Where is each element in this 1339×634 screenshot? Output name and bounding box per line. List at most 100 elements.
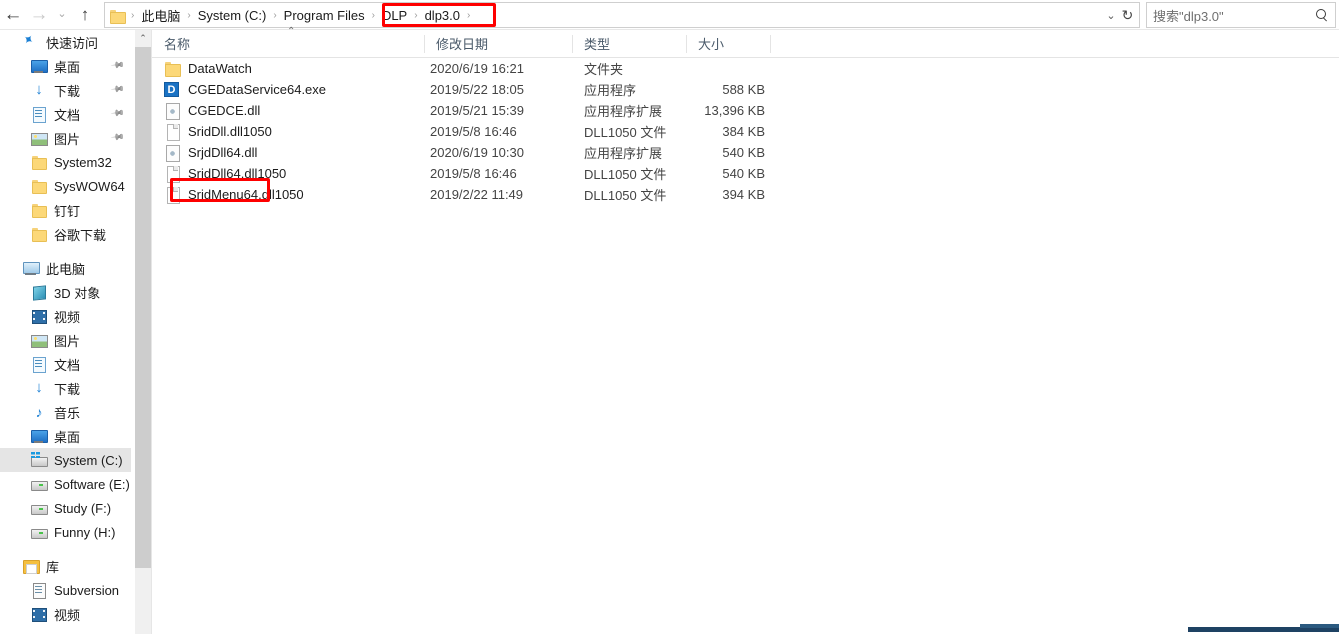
sidebar-item-label: 文档 — [54, 107, 81, 123]
breadcrumb-item-dlp[interactable]: DLP — [378, 7, 411, 24]
pin-icon[interactable]: 📌 — [110, 58, 125, 74]
sidebar-item--[interactable]: 文档 📌 — [0, 102, 131, 126]
up-one-level-icon[interactable]: ↑ — [72, 1, 98, 29]
sidebar-item-software-e-[interactable]: Software (E:) — [0, 472, 131, 496]
file-name-cell[interactable]: DataWatch — [164, 58, 252, 79]
sidebar-item-label: 谷歌下载 — [54, 227, 107, 243]
sidebar-item-label: 桌面 — [54, 429, 81, 445]
pin-icon[interactable]: 📌 — [110, 82, 125, 98]
sidebar-item-label: 音乐 — [54, 405, 81, 421]
column-header-size[interactable]: 大小 — [686, 30, 770, 57]
sidebar-item-libraries[interactable]: 库 — [0, 554, 131, 578]
sidebar-item-label: 桌面 — [54, 59, 81, 75]
file-name-cell[interactable]: SrjdDll64.dll — [164, 142, 257, 163]
table-row[interactable]: SrjdMenu64.dll1050 2019/2/22 11:49 DLL1050… — [152, 184, 1339, 205]
breadcrumb-item-dlp3[interactable]: dlp3.0 — [421, 7, 464, 24]
file-name-cell[interactable]: SrjdDll64.dll1050 — [164, 163, 286, 184]
forward-icon[interactable]: → — [26, 1, 52, 29]
sidebar-item-label: 视频 — [54, 309, 81, 325]
breadcrumb-separator: › — [371, 9, 375, 21]
sidebar-item-syswow64[interactable]: SysWOW64 — [0, 174, 131, 198]
generic-file-icon — [164, 123, 181, 141]
table-row[interactable]: DataWatch 2020/6/19 16:21 文件夹 — [152, 58, 1339, 79]
back-icon[interactable]: ← — [0, 1, 26, 29]
desktop-icon — [30, 58, 48, 74]
sidebar-item-this-pc[interactable]: 此电脑 — [0, 256, 131, 280]
sidebar-item-quick-access[interactable]: ✦ 快速访问 — [0, 30, 131, 54]
navigation-pane[interactable]: ✦ 快速访问 桌面 📌 ↓ 下载 📌 文档 📌 图片 📌 System32 SysWOW64 钉钉 谷歌下载… — [0, 30, 131, 634]
pictures-icon — [30, 130, 48, 146]
refresh-icon[interactable]: ↻ — [1116, 2, 1140, 28]
sort-ascending-icon: ⌃ — [287, 26, 296, 37]
background-window-edge-2[interactable] — [1300, 624, 1339, 628]
file-date-cell: 2019/5/8 16:46 — [430, 124, 517, 139]
column-header-type[interactable]: 类型 — [572, 30, 686, 57]
file-name-cell[interactable]: D CGEDataService64.exe — [164, 79, 326, 100]
sidebar-item-label: 视频 — [54, 607, 81, 623]
column-divider[interactable] — [770, 35, 771, 53]
sidebar-item--[interactable]: 钉钉 — [0, 198, 131, 222]
pin-icon[interactable]: 📌 — [110, 106, 125, 122]
file-name: SrjdDll64.dll — [188, 145, 258, 160]
column-header-date-label: 修改日期 — [436, 37, 489, 52]
sidebar-item--[interactable]: ♪ 音乐 — [0, 400, 131, 424]
breadcrumb-item-system-c[interactable]: System (C:) — [194, 7, 271, 24]
file-date-cell: 2020/6/19 10:30 — [430, 145, 524, 160]
sidebar-item-label: 库 — [46, 559, 60, 575]
file-name-cell[interactable]: SridDll.dll1050 — [164, 121, 272, 142]
breadcrumb-separator: › — [187, 9, 191, 21]
dll-icon — [164, 144, 181, 162]
sidebar-item--[interactable]: 文档 — [0, 352, 131, 376]
column-header-name[interactable]: ⌃ 名称 — [152, 26, 424, 57]
pin-icon[interactable]: 📌 — [110, 130, 125, 146]
sidebar-item--[interactable]: ↓ 下载 📌 — [0, 78, 131, 102]
document-icon — [30, 106, 48, 123]
file-size-cell — [612, 58, 765, 79]
sidebar-item-study-f-[interactable]: Study (F:) — [0, 496, 131, 520]
breadcrumb-item-this-pc[interactable]: 此电脑 — [137, 5, 184, 26]
sidebar-item-label: System32 — [54, 154, 112, 170]
scrollbar-thumb[interactable] — [135, 47, 151, 568]
sidebar-item-funny-h-[interactable]: Funny (H:) — [0, 520, 131, 544]
search-icon[interactable] — [1315, 8, 1329, 22]
breadcrumb-item-program-files[interactable]: Program Files — [280, 7, 369, 24]
chevron-down-icon[interactable]: ⌄ — [52, 1, 72, 29]
sidebar-item-system32[interactable]: System32 — [0, 150, 131, 174]
sidebar-item--[interactable]: 图片 — [0, 328, 131, 352]
sidebar-item--[interactable]: 图片 📌 — [0, 126, 131, 150]
file-size-cell: 588 KB — [722, 82, 765, 97]
sidebar-item-3d-[interactable]: 3D 对象 — [0, 280, 131, 304]
table-row[interactable]: SrjdDll64.dll 2020/6/19 10:30 应用程序扩展 540 KB — [152, 142, 1339, 163]
table-row[interactable]: CGEDCE.dll 2019/5/21 15:39 应用程序扩展 13,396 KB — [152, 100, 1339, 121]
sidebar-item-system-c-[interactable]: System (C:) — [0, 448, 131, 472]
file-list-pane: ⌃ 名称 修改日期 类型 大小 DataWatch 2020/6/19 16:21… — [152, 26, 1339, 634]
sidebar-item--[interactable]: 桌面 📌 — [0, 54, 131, 78]
sidebar-item-subversion[interactable]: Subversion — [0, 578, 131, 602]
sidebar-item--[interactable]: 桌面 — [0, 424, 131, 448]
generic-file-icon — [164, 186, 181, 204]
file-name-cell[interactable]: SrjdMenu64.dll1050 — [164, 184, 304, 205]
address-bar: ← → ⌄ ↑ › 此电脑 › System (C:) › Program Fi… — [0, 0, 1339, 30]
pictures-icon — [30, 332, 48, 348]
file-name-cell[interactable]: CGEDCE.dll — [164, 100, 260, 121]
column-header-date[interactable]: 修改日期 — [424, 30, 572, 57]
scroll-up-icon[interactable]: ⌃ — [135, 30, 151, 47]
folder-icon — [164, 60, 181, 77]
sidebar-item--[interactable]: 视频 — [0, 304, 131, 328]
table-row[interactable]: D CGEDataService64.exe 2019/5/22 18:05 应用程序… — [152, 79, 1339, 100]
music-icon: ♪ — [35, 404, 43, 420]
file-name: SridDll.dll1050 — [188, 124, 272, 139]
sidebar-item--[interactable]: ↓ 下载 — [0, 376, 131, 400]
download-icon: ↓ — [35, 81, 43, 98]
file-size-cell: 394 KB — [722, 187, 765, 202]
breadcrumb[interactable]: › 此电脑 › System (C:) › Program Files › DL… — [104, 2, 1107, 28]
sidebar-item-label: 此电脑 — [46, 261, 86, 277]
folder-icon — [30, 154, 48, 170]
table-row[interactable]: SridDll.dll1050 2019/5/8 16:46 DLL1050 文件 3… — [152, 121, 1339, 142]
table-row[interactable]: SrjdDll64.dll1050 2019/5/8 16:46 DLL1050 文… — [152, 163, 1339, 184]
sidebar-item--[interactable]: 视频 — [0, 602, 131, 626]
sidebar-scrollbar[interactable]: ⌃ — [135, 30, 151, 634]
sidebar-item--[interactable]: 谷歌下载 — [0, 222, 131, 246]
search-input[interactable]: 搜索"dlp3.0" — [1146, 2, 1336, 28]
sidebar-item-label: 钉钉 — [54, 203, 81, 219]
